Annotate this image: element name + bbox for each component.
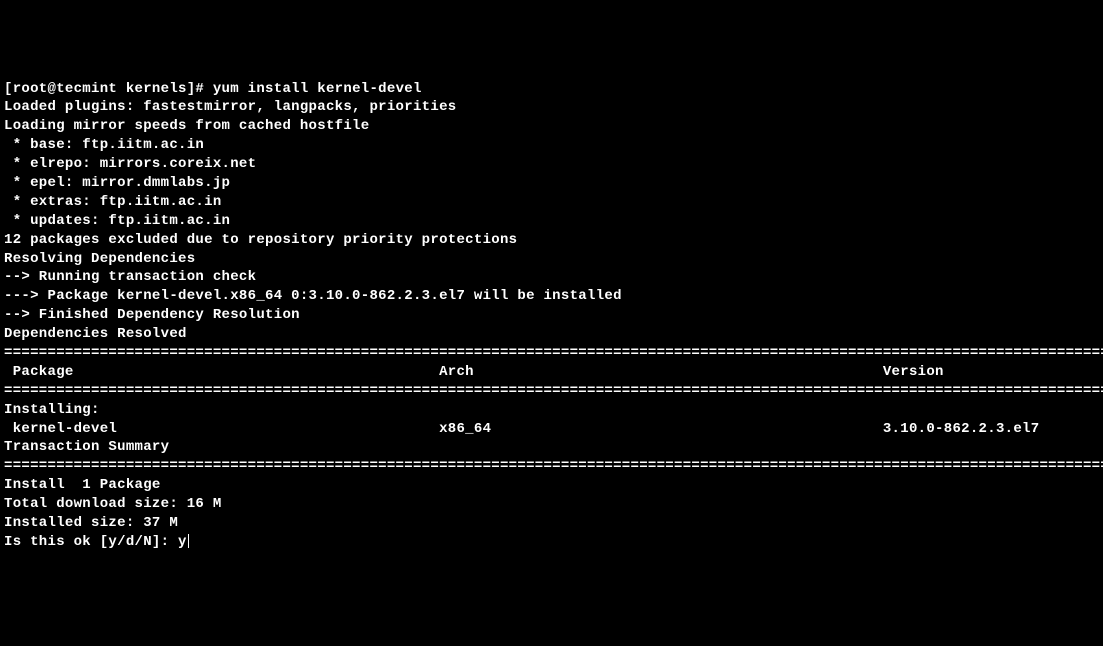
- separator-line: ========================================…: [4, 457, 1099, 476]
- confirm-input[interactable]: y: [178, 534, 187, 550]
- output-line: Total download size: 16 M: [4, 495, 1099, 514]
- output-line: * base: ftp.iitm.ac.in: [4, 136, 1099, 155]
- output-line: Loaded plugins: fastestmirror, langpacks…: [4, 98, 1099, 117]
- output-line: Transaction Summary: [4, 438, 1099, 457]
- shell-prompt: [root@tecmint kernels]#: [4, 81, 213, 97]
- output-line: Loading mirror speeds from cached hostfi…: [4, 117, 1099, 136]
- table-row: kernel-devel x86_64 3.10.0-862.2.3.el7: [4, 420, 1099, 439]
- output-line: ---> Package kernel-devel.x86_64 0:3.10.…: [4, 287, 1099, 306]
- command-input: yum install kernel-devel: [213, 81, 422, 97]
- output-line: * updates: ftp.iitm.ac.in: [4, 212, 1099, 231]
- output-line: * elrepo: mirrors.coreix.net: [4, 155, 1099, 174]
- separator-line: ========================================…: [4, 382, 1099, 401]
- output-line: Install 1 Package: [4, 476, 1099, 495]
- output-line: Installing:: [4, 401, 1099, 420]
- output-line: --> Running transaction check: [4, 268, 1099, 287]
- cursor-icon: [188, 534, 189, 548]
- output-line: Resolving Dependencies: [4, 250, 1099, 269]
- output-line: --> Finished Dependency Resolution: [4, 306, 1099, 325]
- confirm-prompt: Is this ok [y/d/N]:: [4, 534, 178, 550]
- output-line: Dependencies Resolved: [4, 325, 1099, 344]
- output-line: 12 packages excluded due to repository p…: [4, 231, 1099, 250]
- table-header: Package Arch Version: [4, 363, 1099, 382]
- output-line: * extras: ftp.iitm.ac.in: [4, 193, 1099, 212]
- output-line: * epel: mirror.dmmlabs.jp: [4, 174, 1099, 193]
- separator-line: ========================================…: [4, 344, 1099, 363]
- terminal-output[interactable]: [root@tecmint kernels]# yum install kern…: [4, 80, 1099, 552]
- output-line: Installed size: 37 M: [4, 514, 1099, 533]
